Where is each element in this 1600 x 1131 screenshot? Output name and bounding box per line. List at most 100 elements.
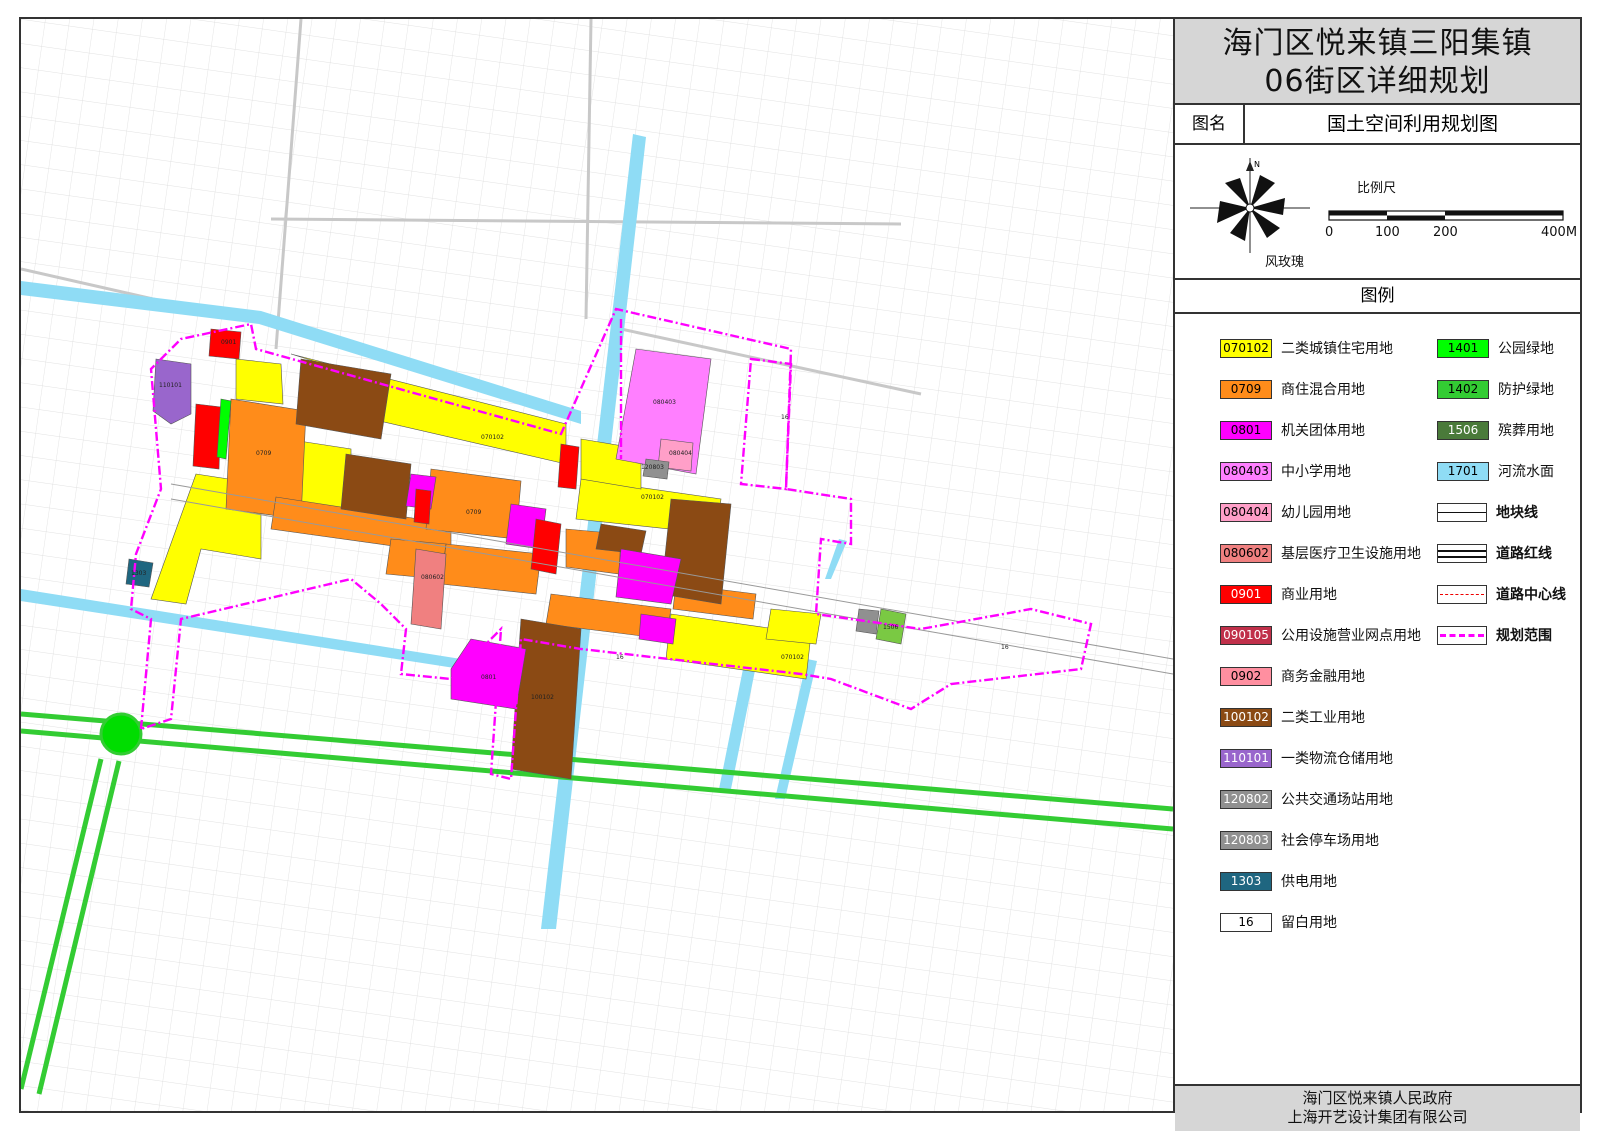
legend-label: 殡葬用地 [1498, 423, 1554, 439]
map-label-0709-a: 0709 [256, 450, 271, 457]
legend-swatch: 1401 [1437, 338, 1489, 358]
title-block-panel: 海门区悦来镇三阳集镇 06街区详细规划 图名 国土空间利用规划图 N 风玫瑰 比… [1173, 19, 1580, 1131]
legend-label: 商业用地 [1281, 587, 1337, 603]
legend-label: 公园绿地 [1498, 341, 1554, 357]
legend-label: 留白用地 [1281, 915, 1337, 931]
scale-tick-0: 0 [1325, 225, 1334, 240]
legend-item-1506: 1506 殡葬用地 [1437, 420, 1554, 440]
legend-swatch: 1701 [1437, 461, 1489, 481]
legend-swatch: 0902 [1220, 666, 1272, 686]
map-label-16-c: 16 [781, 414, 789, 421]
legend-label: 商务金融用地 [1281, 669, 1365, 685]
legend-label: 道路中心线 [1496, 587, 1566, 603]
legend-item-1402: 1402 防护绿地 [1437, 379, 1554, 399]
map-name-value: 国土空间利用规划图 [1326, 113, 1498, 135]
wind-rose-label: 风玫瑰 [1265, 255, 1305, 270]
plan-title-line1: 海门区悦来镇三阳集镇 [1222, 26, 1533, 61]
map-label-080404: 080404 [669, 450, 692, 457]
footer-design-firm: 上海开艺设计集团有限公司 [1287, 1108, 1468, 1126]
north-label: N [1254, 160, 1260, 169]
legend-item-120802: 120802 公共交通场站用地 [1220, 789, 1393, 809]
legend-label: 防护绿地 [1498, 382, 1554, 398]
legend-swatch: 0709 [1220, 379, 1272, 399]
legend-label: 二类城镇住宅用地 [1281, 341, 1393, 357]
legend-label: 社会停车场用地 [1281, 833, 1379, 849]
legend-label: 基层医疗卫生设施用地 [1281, 546, 1421, 562]
map-label-080602: 080602 [421, 574, 444, 581]
road-center-line-icon [1437, 584, 1487, 604]
map-label-070102-b: 070102 [641, 494, 664, 501]
map-name-label: 图名 [1175, 105, 1245, 143]
legend-swatch: 120802 [1220, 789, 1272, 809]
legend-swatch: 080404 [1220, 502, 1272, 522]
legend-label: 地块线 [1496, 505, 1538, 521]
legend-swatch: 0901 [1220, 584, 1272, 604]
planning-boundary-icon [1437, 625, 1487, 645]
legend-item-0901: 0901 商业用地 [1220, 584, 1337, 604]
legend-label: 规划范围 [1496, 628, 1552, 644]
map-label-1506: 1506 [883, 624, 898, 631]
map-label-080403: 080403 [653, 399, 676, 406]
legend: 070102 二类城镇住宅用地 0709 商住混合用地 0801 机关团体用地 … [1175, 314, 1580, 1086]
legend-item-16: 16 留白用地 [1220, 912, 1337, 932]
plan-title-line2: 06街区详细规划 [1264, 64, 1491, 99]
roundabout-green [99, 712, 143, 756]
legend-item-090105: 090105 公用设施营业网点用地 [1220, 625, 1421, 645]
map-label-100102: 100102 [531, 694, 554, 701]
map-label-1303: 1303 [131, 570, 146, 577]
legend-item-planning-boundary: 规划范围 [1437, 625, 1552, 645]
scale-bar [1328, 210, 1564, 221]
legend-item-road-center-line: 道路中心线 [1437, 584, 1566, 604]
legend-label: 道路红线 [1496, 546, 1552, 562]
legend-label: 一类物流仓储用地 [1281, 751, 1393, 767]
legend-item-road-red-line: 道路红线 [1437, 543, 1552, 563]
scale-bar-title: 比例尺 [1357, 181, 1397, 196]
legend-swatch: 1402 [1437, 379, 1489, 399]
legend-label: 河流水面 [1498, 464, 1554, 480]
road-red-line-icon [1437, 543, 1487, 563]
legend-swatch: 090105 [1220, 625, 1272, 645]
title-block: 海门区悦来镇三阳集镇 06街区详细规划 [1175, 19, 1580, 105]
map-label-16-b: 16 [616, 654, 624, 661]
legend-item-1701: 1701 河流水面 [1437, 461, 1554, 481]
map-label-16-a: 16 [1001, 644, 1009, 651]
legend-item-120803: 120803 社会停车场用地 [1220, 830, 1379, 850]
legend-item-1401: 1401 公园绿地 [1437, 338, 1554, 358]
compass-scale-row: N 风玫瑰 比例尺 0 100 200 400M [1175, 145, 1580, 280]
legend-item-080404: 080404 幼儿园用地 [1220, 502, 1351, 522]
scale-tick-200: 200 [1433, 225, 1458, 240]
legend-swatch: 1303 [1220, 871, 1272, 891]
scale-tick-100: 100 [1375, 225, 1400, 240]
legend-label: 公用设施营业网点用地 [1281, 628, 1421, 644]
footer-credits: 海门区悦来镇人民政府 上海开艺设计集团有限公司 [1175, 1086, 1580, 1131]
legend-item-0709: 0709 商住混合用地 [1220, 379, 1365, 399]
legend-item-100102: 100102 二类工业用地 [1220, 707, 1365, 727]
legend-label: 商住混合用地 [1281, 382, 1365, 398]
map-label-0801-a: 0801 [481, 674, 496, 681]
map-label-120803: 120803 [641, 464, 664, 471]
map-canvas: 070102 0709 0801 080403 080404 0901 1101… [21, 19, 1173, 1111]
map-label-0901: 0901 [221, 339, 236, 346]
legend-label: 幼儿园用地 [1281, 505, 1351, 521]
legend-swatch: 100102 [1220, 707, 1272, 727]
legend-swatch: 080403 [1220, 461, 1272, 481]
legend-item-parcel-line: 地块线 [1437, 502, 1538, 522]
legend-item-080602: 080602 基层医疗卫生设施用地 [1220, 543, 1421, 563]
legend-label: 公共交通场站用地 [1281, 792, 1393, 808]
legend-item-070102: 070102 二类城镇住宅用地 [1220, 338, 1393, 358]
legend-item-0902: 0902 商务金融用地 [1220, 666, 1365, 686]
legend-swatch: 1506 [1437, 420, 1489, 440]
legend-swatch: 16 [1220, 912, 1272, 932]
legend-swatch: 110101 [1220, 748, 1272, 768]
legend-swatch: 080602 [1220, 543, 1272, 563]
map-label-070102-c: 070102 [781, 654, 804, 661]
legend-item-1303: 1303 供电用地 [1220, 871, 1337, 891]
planning-map[interactable]: 070102 0709 0801 080403 080404 0901 1101… [21, 19, 1173, 1111]
legend-swatch: 120803 [1220, 830, 1272, 850]
footer-government: 海门区悦来镇人民政府 [1302, 1089, 1453, 1107]
legend-item-0801: 0801 机关团体用地 [1220, 420, 1365, 440]
legend-heading: 图例 [1175, 280, 1580, 314]
map-label-0709-b: 0709 [466, 509, 481, 516]
map-label-110101: 110101 [159, 382, 182, 389]
legend-label: 供电用地 [1281, 874, 1337, 890]
